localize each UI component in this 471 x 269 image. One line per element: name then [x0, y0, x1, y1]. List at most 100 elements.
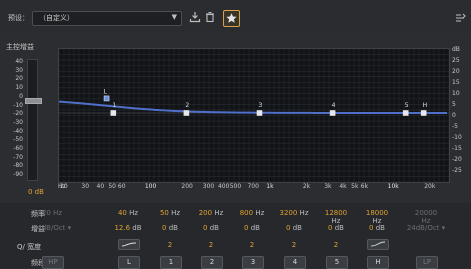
q-value[interactable]: 2 [236, 241, 268, 249]
low-shelf-shape-button[interactable] [118, 239, 140, 250]
gain-value[interactable]: 0 dB [361, 224, 393, 232]
freq-tick-label: 3k [324, 183, 332, 190]
band-handle-label: 4 [332, 102, 336, 109]
right-db-tick-label: 0 [452, 112, 456, 119]
gain-unit: dB [166, 224, 178, 232]
favorite-button[interactable] [223, 10, 240, 27]
db-tick-label: 0 [19, 92, 23, 100]
gain-value[interactable]: 0 dB [320, 224, 352, 232]
right-db-tick-label: 15 [452, 79, 460, 86]
band-toggle-l[interactable]: L [118, 256, 140, 269]
q-number: 2 [208, 241, 214, 249]
band-toggle-5[interactable]: 5 [326, 256, 348, 269]
db-tick-label: 20 [15, 75, 23, 83]
gain-value[interactable]: 12.6 dB [112, 224, 144, 232]
freq-unit: Hz [50, 209, 63, 217]
freq-unit: Hz [212, 209, 224, 217]
freq-tick-label: 100 [144, 183, 157, 190]
freq-tick-label: 1k [266, 183, 274, 190]
freq-value[interactable]: 3200 Hz [278, 209, 310, 217]
db-tick-label: 40 [15, 58, 23, 65]
freq-value[interactable]: 12800 Hz [320, 209, 352, 225]
freq-unit: Hz [126, 209, 139, 217]
freq-tick-label: 20 [60, 183, 68, 190]
db-tick-label: -20 [13, 110, 23, 118]
band-toggle-hp[interactable]: HP [42, 256, 64, 269]
gain-value[interactable]: 0 dB [154, 224, 186, 232]
gain-value[interactable]: 0 dB [278, 224, 310, 232]
freq-value[interactable]: 800 Hz [236, 209, 268, 217]
db-tick-label: -70 [13, 153, 23, 161]
master-gain-slider[interactable] [25, 59, 42, 181]
freq-number: 3200 [279, 209, 298, 217]
db-tick-label: -90 [13, 171, 23, 179]
chevron-down-icon: ▼ [171, 13, 177, 21]
band-handle[interactable] [402, 110, 409, 116]
freq-value[interactable]: 20000 Hz [410, 209, 442, 225]
expand-icon[interactable] [453, 11, 467, 25]
q-value[interactable]: 2 [195, 241, 227, 249]
gain-unit: dB [290, 224, 302, 232]
q-number: 2 [167, 241, 173, 249]
eq-graph-canvas[interactable]: L1 2 3 4 5 H [58, 48, 450, 183]
q-number: 2 [333, 241, 339, 249]
freq-tick-label: 40 [96, 183, 105, 190]
right-db-tick-label: -10 [452, 134, 462, 141]
right-db-tick-label: dB [452, 46, 460, 53]
band-toggle-4[interactable]: 4 [284, 256, 306, 269]
db-tick-label: -60 [13, 145, 23, 152]
freq-tick-label: 300 [202, 183, 215, 190]
band-handle[interactable] [420, 110, 427, 116]
band-handle[interactable] [256, 110, 263, 116]
master-gain-label: 主控增益 [6, 43, 34, 51]
freq-tick-label: 4k [339, 183, 347, 190]
right-db-tick-label: 10 [452, 90, 460, 97]
high-shelf-shape-button[interactable] [367, 239, 389, 250]
band-toggle-lp[interactable]: LP [416, 256, 438, 269]
preset-dropdown[interactable]: （自定义） ▼ [32, 11, 182, 26]
freq-tick-label: 400 [217, 183, 230, 190]
band-handle[interactable] [103, 95, 110, 102]
freq-tick-label: 5k [351, 183, 359, 190]
freq-tick-label: 30 [81, 183, 90, 190]
gain-value[interactable]: 24dB/Oct ▾ [406, 224, 446, 232]
freq-value[interactable]: 18000 Hz [361, 209, 393, 225]
q-value[interactable]: 2 [320, 241, 352, 249]
freq-value[interactable]: 50 Hz [154, 209, 186, 217]
right-db-tick-label: -15 [452, 145, 462, 152]
q-value[interactable]: 2 [154, 241, 186, 249]
master-gain-value[interactable]: 0 dB [28, 188, 44, 196]
freq-number: 800 [239, 209, 254, 217]
band-handle-label: 1 [112, 102, 116, 109]
band-toggle-h[interactable]: H [367, 256, 389, 269]
gain-value[interactable]: 24dB/Oct ▾ [32, 224, 72, 232]
db-tick-label: -80 [13, 162, 23, 170]
gain-value[interactable]: 0 dB [195, 224, 227, 232]
band-toggle-2[interactable]: 2 [201, 256, 223, 269]
db-tick-label: 30 [15, 66, 23, 74]
freq-unit: Hz [168, 209, 181, 217]
band-toggle-3[interactable]: 3 [242, 256, 264, 269]
gain-value[interactable]: 0 dB [236, 224, 268, 232]
db-tick-label: -40 [13, 127, 23, 135]
freq-number: 200 [198, 209, 213, 217]
eq-graph[interactable]: L1 2 3 4 5 H [58, 48, 450, 183]
freq-unit: Hz [253, 209, 265, 217]
band-handle[interactable] [110, 110, 117, 116]
band-toggle-1[interactable]: 1 [160, 256, 182, 269]
freq-value[interactable]: 40 Hz [112, 209, 144, 217]
freq-number: 18000 [365, 209, 389, 217]
q-value[interactable]: 2 [278, 241, 310, 249]
freq-value[interactable]: 200 Hz [195, 209, 227, 217]
freq-tick-label: 200 [181, 183, 193, 190]
band-handle[interactable] [329, 110, 336, 116]
freq-tick-label: 50 [108, 183, 116, 190]
save-preset-icon[interactable] [188, 10, 202, 24]
freq-value[interactable]: 20 Hz [36, 209, 68, 217]
gain-unit: dB [207, 224, 219, 232]
freq-tick-label: 20k [424, 183, 436, 190]
slider-thumb[interactable] [25, 98, 42, 104]
trash-icon[interactable] [203, 10, 217, 24]
band-handle[interactable] [183, 110, 190, 116]
band-handle-label: H [423, 102, 428, 109]
